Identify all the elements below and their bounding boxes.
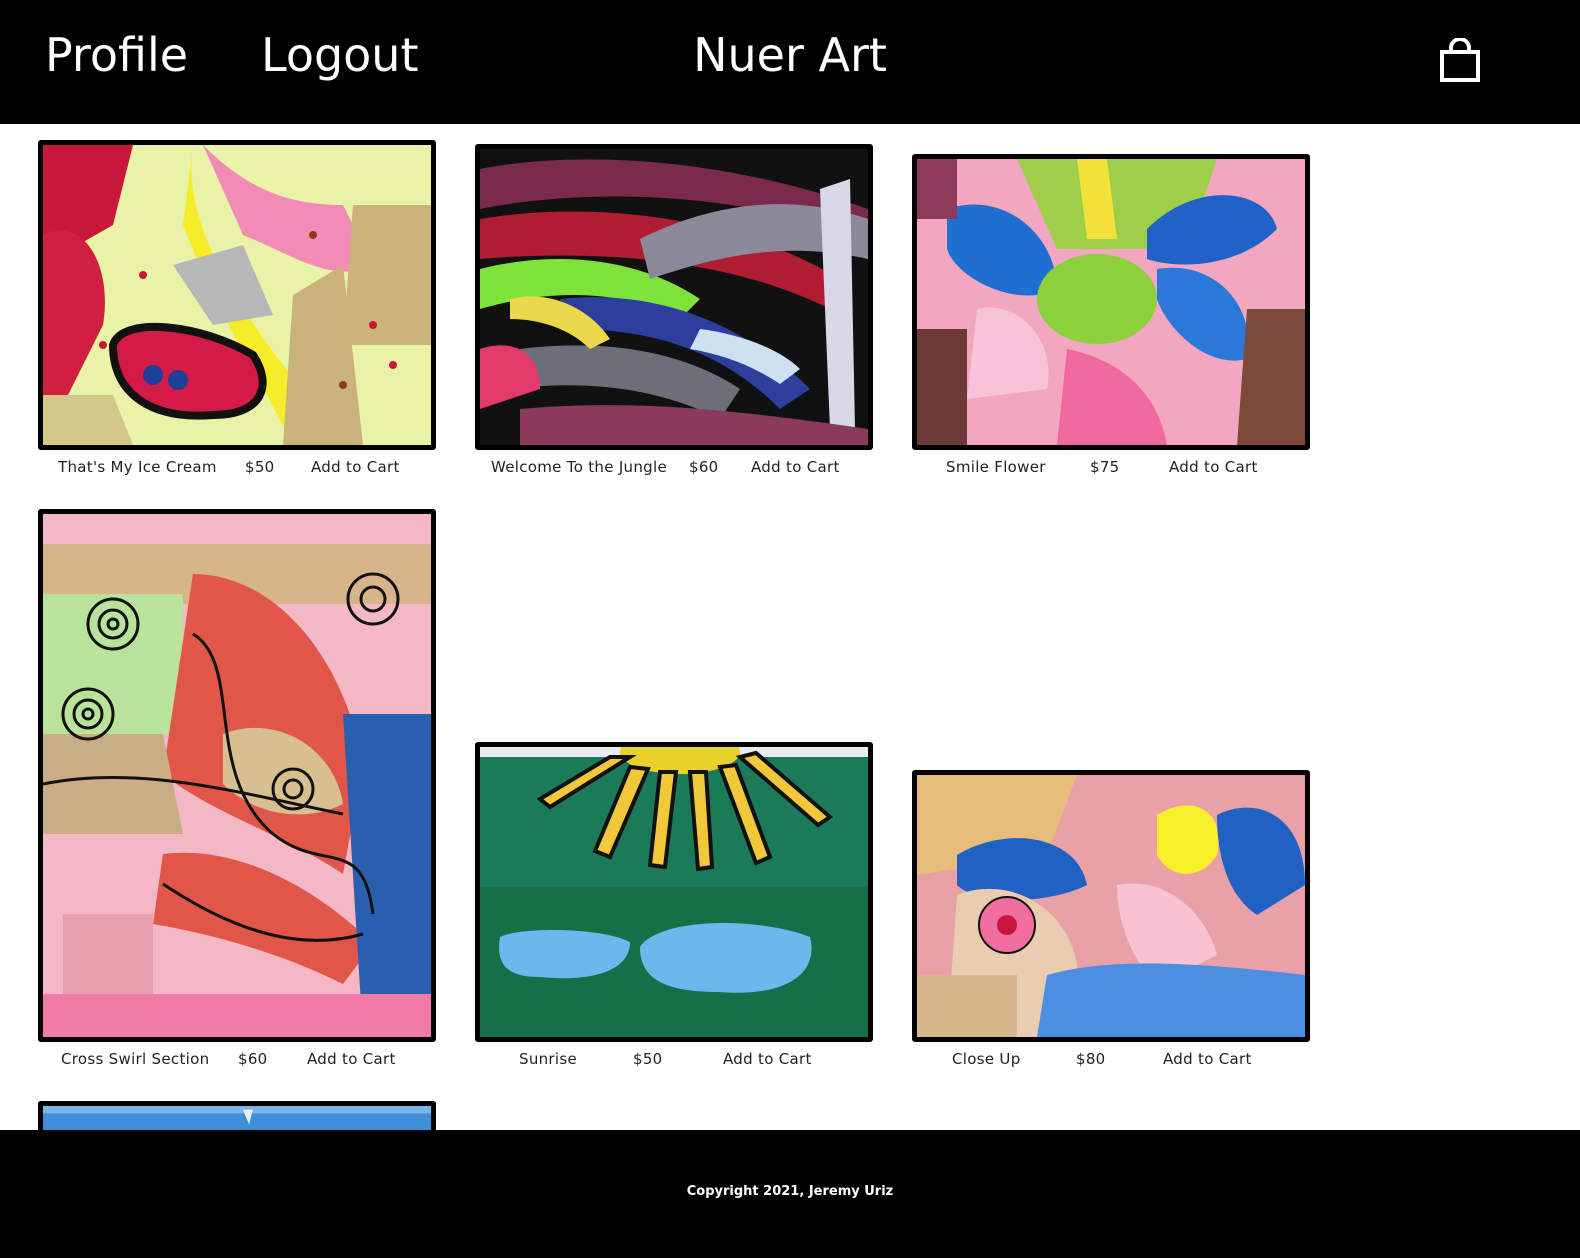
product-price: $80 (1076, 1050, 1106, 1068)
product-card: That's My Ice Cream $50 Add to Cart (38, 140, 436, 480)
product-card: Welcome To the Jungle $60 Add to Cart (475, 144, 873, 480)
nav-profile-link[interactable]: Profile (45, 28, 188, 82)
product-title: Close Up (952, 1050, 1021, 1068)
site-title: Nuer Art (693, 28, 887, 82)
product-price: $50 (633, 1050, 663, 1068)
artwork-image[interactable] (38, 1101, 436, 1130)
add-to-cart-button[interactable]: Add to Cart (723, 1050, 812, 1068)
painting-sunrise (480, 747, 868, 1037)
product-title: Smile Flower (946, 458, 1046, 476)
product-card: Smile Flower $75 Add to Cart (912, 154, 1310, 480)
product-card (38, 1101, 436, 1130)
shopping-bag-icon (1440, 37, 1480, 82)
product-grid: That's My Ice Cream $50 Add to Cart Welc… (0, 124, 1580, 1130)
painting-smile-flower (917, 159, 1305, 445)
add-to-cart-button[interactable]: Add to Cart (311, 458, 400, 476)
artwork-image[interactable] (912, 770, 1310, 1042)
product-card: Close Up $80 Add to Cart (912, 770, 1310, 1072)
add-to-cart-button[interactable]: Add to Cart (307, 1050, 396, 1068)
cart-button[interactable] (1438, 37, 1482, 84)
painting-ice-cream (43, 145, 431, 445)
product-title: That's My Ice Cream (58, 458, 217, 476)
product-price: $50 (245, 458, 275, 476)
artwork-image[interactable] (38, 140, 436, 450)
product-card: Cross Swirl Section $60 Add to Cart (38, 509, 436, 1072)
product-title: Welcome To the Jungle (491, 458, 667, 476)
artwork-image[interactable] (912, 154, 1310, 450)
painting-jungle (480, 149, 868, 445)
product-price: $60 (689, 458, 719, 476)
site-header: Profile Logout Nuer Art (0, 0, 1580, 124)
product-card: Sunrise $50 Add to Cart (475, 742, 873, 1072)
painting-cross-swirl (43, 514, 431, 1037)
add-to-cart-button[interactable]: Add to Cart (1169, 458, 1258, 476)
product-price: $75 (1090, 458, 1120, 476)
product-price: $60 (238, 1050, 268, 1068)
artwork-image[interactable] (475, 742, 873, 1042)
painting-close-up (917, 775, 1305, 1037)
artwork-image[interactable] (475, 144, 873, 450)
nav-logout-link[interactable]: Logout (261, 28, 419, 82)
copyright-text: Copyright 2021, Jeremy Uriz (686, 1184, 894, 1199)
product-title: Cross Swirl Section (61, 1050, 210, 1068)
product-title: Sunrise (519, 1050, 578, 1068)
add-to-cart-button[interactable]: Add to Cart (1163, 1050, 1252, 1068)
artwork-image[interactable] (38, 509, 436, 1042)
painting-blue-sky (43, 1106, 431, 1130)
add-to-cart-button[interactable]: Add to Cart (751, 458, 840, 476)
site-footer: Copyright 2021, Jeremy Uriz (0, 1130, 1580, 1258)
